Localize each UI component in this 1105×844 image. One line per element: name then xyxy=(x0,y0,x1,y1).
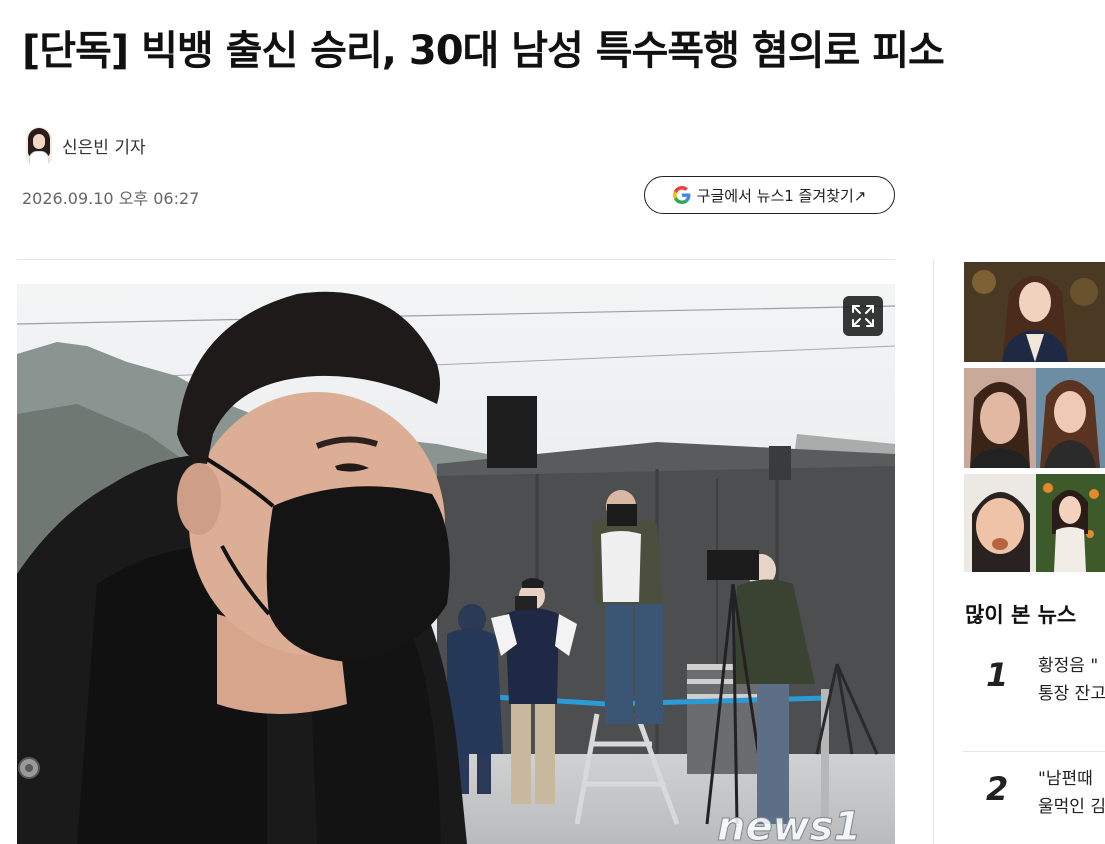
popular-news-line: "남편때 xyxy=(1038,769,1093,789)
news1-watermark: news1 xyxy=(717,804,862,844)
google-favorite-button[interactable]: 구글에서 뉴스1 즐겨찾기↗ xyxy=(644,176,895,214)
sidebar-thumbnail-2[interactable] xyxy=(964,368,1105,468)
sidebar-thumbnail-1[interactable] xyxy=(964,262,1105,362)
rank-number: 2 xyxy=(986,770,1009,808)
reporter-name[interactable]: 신은빈 기자 xyxy=(62,133,146,158)
column-divider xyxy=(933,260,934,844)
popular-news-item-2[interactable]: "남편때 울먹인 김 xyxy=(1038,765,1105,821)
popular-news-line: 황정음 " xyxy=(1038,656,1099,676)
rank-number: 1 xyxy=(986,656,1009,694)
reporter-byline[interactable]: 신은빈 기자 xyxy=(26,127,146,163)
svg-text:news1: news1 xyxy=(717,804,861,844)
google-g-icon xyxy=(672,186,691,204)
popular-news-divider xyxy=(963,751,1105,752)
popular-news-title: 많이 본 뉴스 xyxy=(965,603,1077,627)
google-favorite-label: 구글에서 뉴스1 즐겨찾기↗ xyxy=(696,186,867,205)
article-main-photo[interactable]: news1 xyxy=(17,284,895,844)
sidebar-thumbnail-3[interactable] xyxy=(964,474,1105,572)
popular-news-line: 울먹인 김 xyxy=(1038,797,1105,817)
reporter-avatar xyxy=(26,127,52,163)
header-divider xyxy=(17,259,895,260)
popular-news-item-1[interactable]: 황정음 " 통장 잔고 xyxy=(1038,652,1105,708)
publish-date: 2026.09.10 오후 06:27 xyxy=(22,189,200,208)
expand-photo-button[interactable] xyxy=(843,296,883,336)
article-headline: [단독] 빅뱅 출신 승리, 30대 남성 특수폭행 혐의로 피소 xyxy=(22,28,945,74)
expand-icon xyxy=(852,305,874,327)
popular-news-line: 통장 잔고 xyxy=(1038,684,1105,704)
photo-scene: news1 xyxy=(17,284,895,844)
